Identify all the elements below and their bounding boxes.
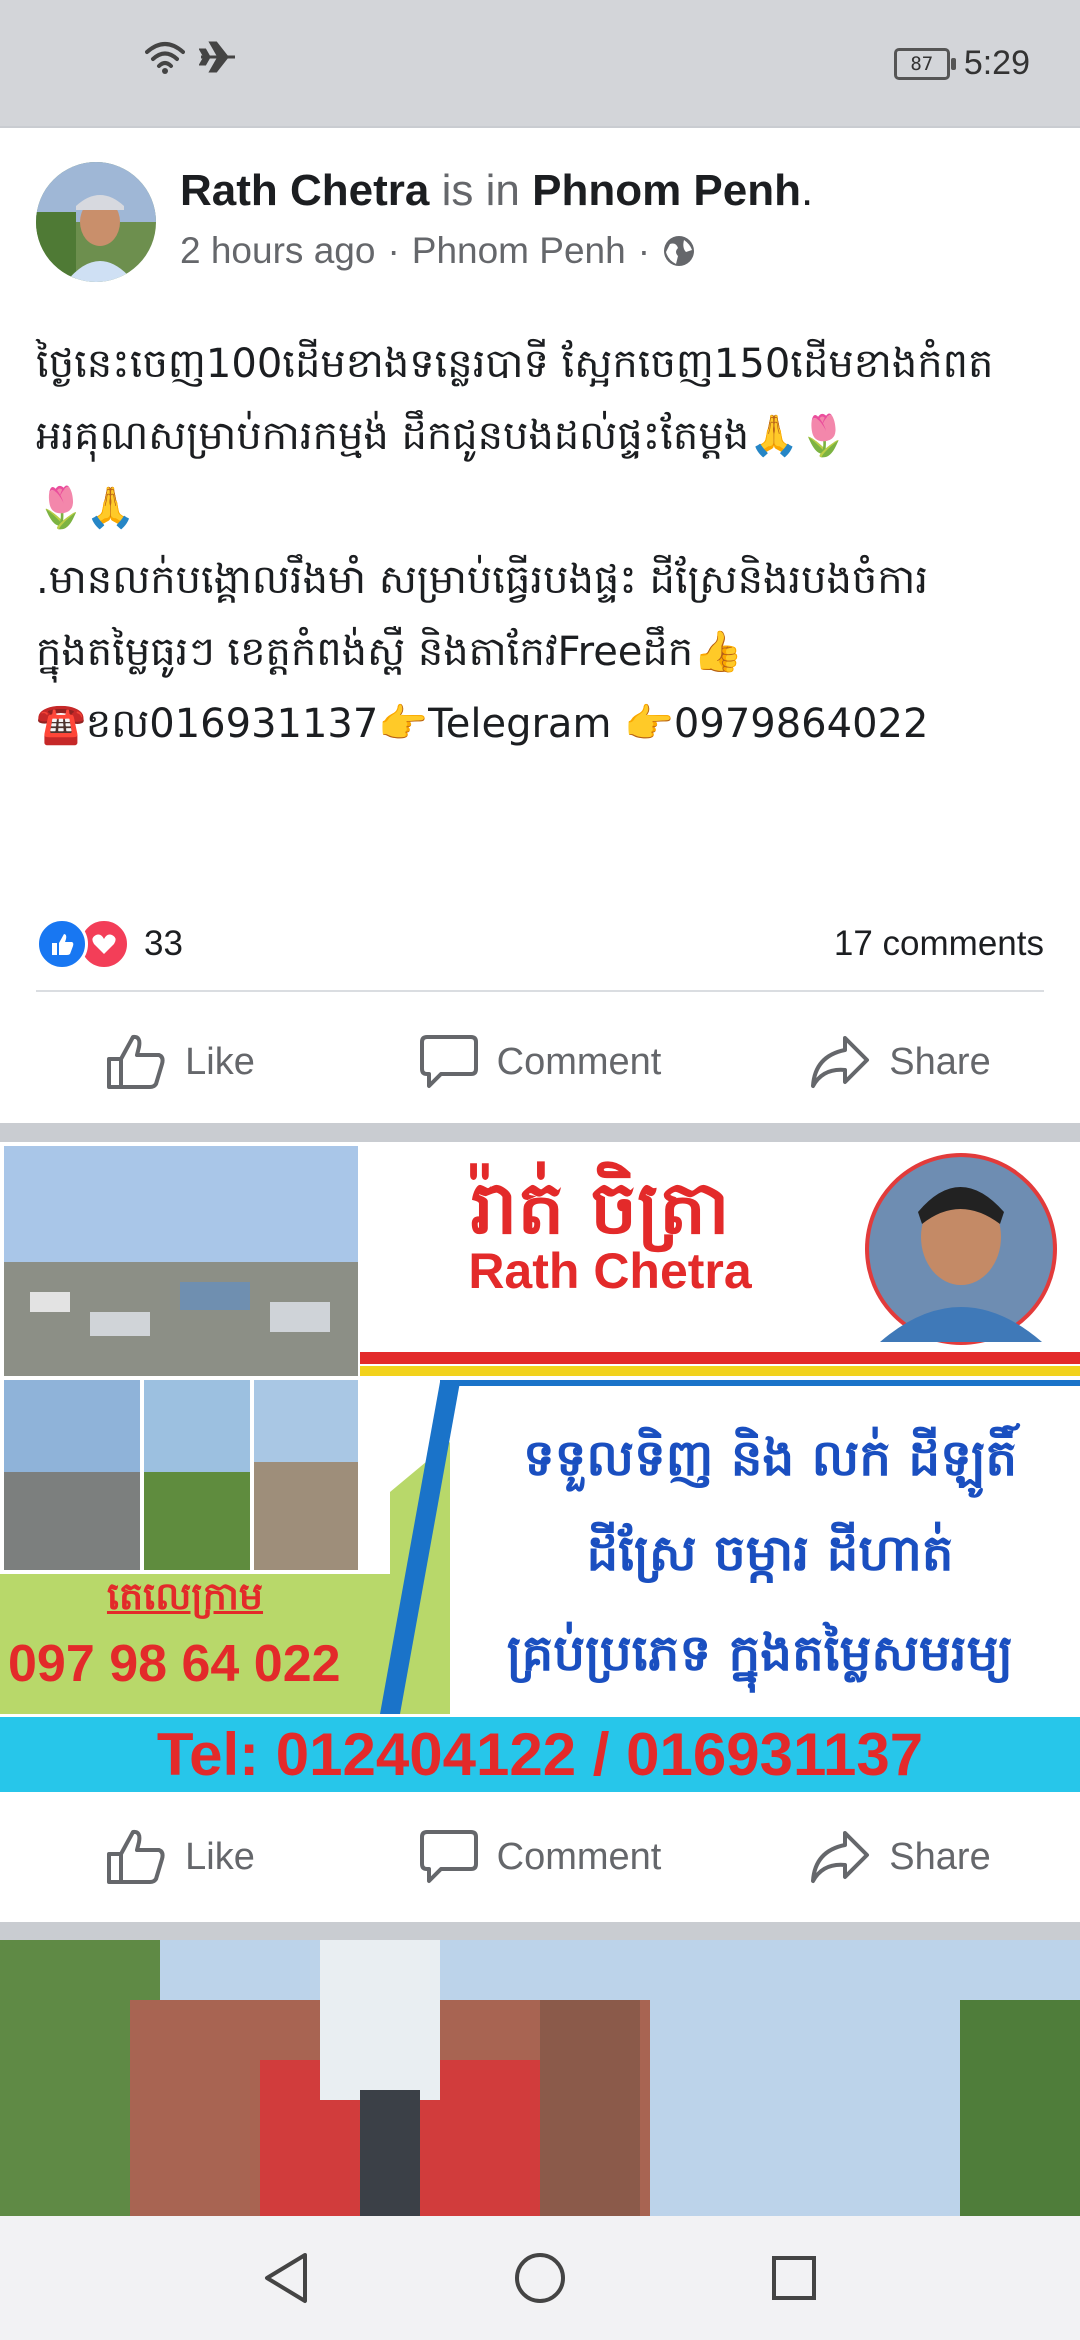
clock: 5:29 [963, 44, 1030, 82]
status-bar: 87 5:29 [0, 0, 1080, 126]
banner-telegram-number: 097 98 64 022 [8, 1635, 341, 1693]
airplane-icon [199, 41, 235, 73]
thumbs-up-icon [107, 1034, 165, 1089]
like-button[interactable]: Like [0, 1807, 360, 1907]
battery-icon: 87 [893, 47, 956, 80]
avatar[interactable] [36, 162, 156, 282]
banner-line-1: ទទួលទិញ និង លក់ ដីឡូតិ៍ [522, 1429, 1018, 1487]
post-text: ថ្ងៃនេះចេញ100ដើមខាងទន្លេរបាទី ស្អែកចេញ15… [36, 341, 994, 747]
timestamp[interactable]: 2 hours ago [180, 230, 375, 272]
post-photo[interactable] [0, 1940, 1080, 2220]
comments-count[interactable]: 17 comments [834, 924, 1044, 964]
banner-tel: Tel: 012404122 / 016931137 [156, 1721, 924, 1788]
comment-button[interactable]: Comment [360, 1012, 720, 1112]
share-icon [811, 1036, 870, 1088]
recents-icon[interactable] [769, 2253, 819, 2303]
banner-line-3: គ្រប់ប្រភេទ ក្នុងតម្លៃសមរម្យ [506, 1624, 1014, 1682]
globe-icon [664, 236, 695, 266]
status-icons-left [145, 40, 237, 74]
like-label: Like [185, 1835, 255, 1878]
like-reaction-icon [36, 918, 88, 970]
home-icon[interactable] [513, 2251, 567, 2305]
banner-line-2: ដីស្រែ ចម្ការ ដីហាត់ [586, 1524, 954, 1582]
is-in-text: is in [441, 166, 520, 215]
divider [36, 990, 1044, 992]
separator: · [387, 230, 400, 271]
thumbs-up-icon [107, 1829, 165, 1884]
reactions-summary[interactable]: 33 [36, 918, 183, 970]
comment-icon [419, 1035, 478, 1088]
comment-label: Comment [496, 1835, 662, 1878]
action-bar: Like Comment Share [0, 1012, 1080, 1112]
banner-telegram-label: តេលេក្រាម [106, 1574, 264, 1618]
banner-name: Rath Chetra [468, 1243, 752, 1299]
author-line: Rath Chetra is in Phnom Penh. [180, 166, 813, 216]
post-card: រ៉ាត់ ចិត្រា Rath Chetra តេលេក្រាម 097 9… [0, 1142, 1080, 1922]
banner-image[interactable]: រ៉ាត់ ចិត្រា Rath Chetra តេលេក្រាម 097 9… [0, 1142, 1080, 1792]
post-card [0, 1940, 1080, 2220]
share-icon [811, 1831, 870, 1883]
period: . [801, 166, 814, 215]
like-button[interactable]: Like [0, 1012, 360, 1112]
place: Phnom Penh [411, 230, 626, 271]
comment-button[interactable]: Comment [360, 1807, 720, 1907]
action-bar: Like Comment Share [0, 1807, 1080, 1907]
reaction-count: 33 [144, 924, 183, 963]
share-button[interactable]: Share [720, 1012, 1080, 1112]
status-icons-right: 87 5:29 [893, 44, 1030, 83]
post-meta: 2 hours ago · Phnom Penh · [180, 230, 696, 272]
share-button[interactable]: Share [720, 1807, 1080, 1907]
share-label: Share [889, 1835, 991, 1878]
post-card: Rath Chetra is in Phnom Penh. 2 hours ag… [0, 128, 1080, 1123]
comment-icon [419, 1830, 478, 1883]
separator: · [637, 230, 651, 271]
location-link[interactable]: Phnom Penh [532, 166, 801, 215]
system-nav-bar [0, 2216, 1080, 2340]
comment-label: Comment [496, 1040, 662, 1083]
like-label: Like [185, 1040, 255, 1083]
back-icon[interactable] [261, 2251, 311, 2305]
author-name[interactable]: Rath Chetra [180, 166, 429, 215]
share-label: Share [889, 1040, 991, 1083]
wifi-icon [145, 42, 185, 74]
